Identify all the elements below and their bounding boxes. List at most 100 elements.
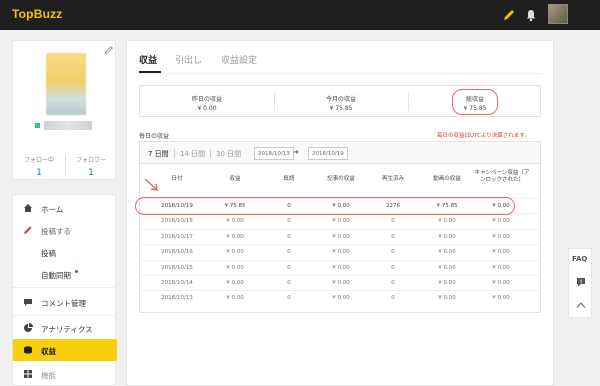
- summary-yesterday: 昨日の収益 ¥ 0.00: [140, 86, 274, 118]
- summary-value: ¥ 75.85: [329, 105, 353, 112]
- table-cell: 0: [287, 218, 291, 225]
- date-from-input[interactable]: 2018/10/13: [254, 147, 294, 160]
- period-30-days[interactable]: 30 日間: [216, 149, 241, 159]
- sidebar-item-post[interactable]: 投稿する: [13, 219, 117, 241]
- following-stat[interactable]: フォロー中 1: [13, 155, 65, 178]
- nav-divider: [13, 287, 117, 288]
- followers-count: 1: [88, 168, 94, 178]
- table-cell: ¥ 0.00: [332, 218, 350, 225]
- profile-card: フォロー中 1 フォロワー 1: [12, 40, 116, 180]
- app-logo[interactable]: TopBuzz: [12, 7, 63, 21]
- daily-revenue-title: 毎日の収益: [139, 133, 170, 140]
- tab-withdraw[interactable]: 引出し: [175, 53, 202, 66]
- sidebar-item-posts[interactable]: 投稿: [13, 241, 117, 263]
- feedback-icon[interactable]: [576, 277, 586, 287]
- column-header: 記事の収益: [327, 176, 355, 182]
- table-row: 2018/10/13 ¥ 0.00 0 ¥ 0.00 0 ¥ 0.00 ¥ 0.00: [140, 290, 540, 305]
- sidebar-item-revenue[interactable]: 収益: [13, 339, 117, 361]
- pencil-icon: [24, 226, 32, 234]
- comment-icon: [24, 299, 32, 306]
- table-cell: ¥ 0.00: [492, 218, 510, 225]
- table-cell: ¥ 0.00: [438, 280, 456, 286]
- bell-icon[interactable]: [524, 8, 538, 22]
- summary-total: 総収益 ¥ 75.85: [408, 86, 542, 118]
- utc-note: 毎日の収益はUTCより決算されます。: [437, 133, 530, 139]
- followers-stat[interactable]: フォロワー 1: [65, 155, 117, 178]
- table-cell: ¥ 0.00: [438, 264, 456, 271]
- table-cell: 2018/10/13: [161, 295, 193, 302]
- column-header: 動画の収益: [433, 176, 461, 182]
- sidebar-item-auto-sync[interactable]: 自動同期: [13, 263, 117, 285]
- table-cell: ¥ 0.00: [226, 280, 244, 286]
- summary-title: 昨日の収益: [191, 96, 222, 103]
- table-cell: ¥ 0.00: [226, 264, 244, 271]
- column-header: キャンペーン収益（アンロックされた）: [474, 170, 530, 183]
- table-row: 2018/10/17 ¥ 0.00 0 ¥ 0.00 0 ¥ 0.00 ¥ 0.00: [140, 228, 540, 244]
- period-divider: [210, 149, 211, 158]
- table-cell: ¥ 0.00: [492, 264, 510, 271]
- table-cell: ¥ 0.00: [492, 280, 510, 286]
- chevron-up-icon[interactable]: [576, 301, 586, 309]
- sidebar-item-analytics[interactable]: アナリティクス: [13, 317, 117, 339]
- sidebar-item-label: 収益: [41, 347, 56, 356]
- table-cell: ¥ 0.00: [226, 233, 244, 240]
- pie-chart-icon: [24, 323, 33, 332]
- table-cell: ¥ 0.00: [332, 264, 350, 271]
- tab-revenue-settings[interactable]: 収益設定: [221, 53, 257, 66]
- profile-name-blurred: [44, 121, 92, 130]
- notification-dot: [75, 270, 78, 273]
- annotation-arrow: [144, 178, 158, 191]
- table-cell: 0: [391, 295, 395, 302]
- summary-value: ¥ 0.00: [197, 105, 217, 112]
- date-to-input[interactable]: 2018/10/19: [308, 147, 348, 160]
- user-avatar[interactable]: [548, 4, 568, 24]
- sidebar-item-label: 投稿: [41, 249, 56, 258]
- period-7-days[interactable]: 7 日間: [148, 149, 169, 159]
- summary-this-month: 今月の収益 ¥ 75.85: [274, 86, 408, 118]
- tab-revenue[interactable]: 収益: [139, 53, 157, 66]
- table-header: 日付 収益 既読 記事の収益 再生済み 動画の収益 キャンペーン収益（アンロック…: [140, 170, 540, 192]
- table-cell: ¥ 0.00: [332, 295, 350, 302]
- table-cell: 0: [391, 218, 395, 225]
- table-cell: ¥ 0.00: [492, 295, 510, 302]
- main-panel: 収益 引出し 収益設定 昨日の収益 ¥ 0.00 今月の収益 ¥ 75.85 総…: [126, 40, 554, 386]
- table-cell: 2018/10/15: [161, 264, 193, 271]
- table-cell: ¥ 0.00: [226, 218, 244, 225]
- sidebar-item-label: 機能: [41, 371, 56, 380]
- column-header: 既読: [283, 176, 295, 182]
- table-cell: 0: [287, 264, 291, 271]
- table-row: 2018/10/15 ¥ 0.00 0 ¥ 0.00 0 ¥ 0.00 ¥ 0.00: [140, 259, 540, 275]
- pencil-icon[interactable]: [502, 8, 516, 22]
- sidebar-item-features[interactable]: 機能: [13, 363, 117, 385]
- table-cell: ¥ 0.00: [226, 295, 244, 302]
- floating-help-panel: FAQ: [568, 248, 592, 318]
- table-row: 2018/10/16 ¥ 0.00 0 ¥ 0.00 0 ¥ 0.00 ¥ 0.00: [140, 244, 540, 259]
- table-cell: ¥ 0.00: [438, 218, 456, 225]
- table-cell: ¥ 0.00: [332, 280, 350, 286]
- table-cell: 2018/10/17: [161, 233, 193, 240]
- sidebar-item-label: コメント管理: [41, 299, 86, 308]
- coins-icon: [24, 346, 32, 354]
- side-nav: ホーム 投稿する 投稿 自動同期 コメント管理 アナリティクス 収益 機能: [12, 194, 117, 386]
- summary-title: 今月の収益: [325, 96, 356, 103]
- table-cell: ¥ 0.00: [332, 233, 350, 240]
- edit-profile-icon[interactable]: [104, 45, 114, 55]
- table-cell: 2018/10/14: [161, 280, 193, 286]
- home-icon: [24, 204, 32, 212]
- table-row: 2018/10/18 ¥ 0.00 0 ¥ 0.00 0 ¥ 0.00 ¥ 0.00: [140, 213, 540, 228]
- period-divider: [174, 149, 175, 158]
- column-header: 再生済み: [381, 176, 404, 182]
- revenue-summary: 昨日の収益 ¥ 0.00 今月の収益 ¥ 75.85 総収益 ¥ 75.85: [139, 85, 541, 117]
- table-cell: 2018/10/16: [161, 249, 193, 256]
- faq-button[interactable]: FAQ: [572, 255, 587, 263]
- table-cell: ¥ 0.00: [438, 233, 456, 240]
- sidebar-item-comments[interactable]: コメント管理: [13, 291, 117, 313]
- status-dot: [35, 123, 40, 128]
- following-label: フォロー中: [23, 157, 54, 164]
- sidebar-item-label: 自動同期: [41, 271, 71, 280]
- period-14-days[interactable]: 14 日間: [180, 149, 205, 159]
- period-selector: 7 日間 14 日間 30 日間 2018/10/13 ➜ 2018/10/19: [140, 142, 540, 164]
- sidebar-item-label: 投稿する: [41, 227, 71, 236]
- sidebar-item-home[interactable]: ホーム: [13, 197, 117, 219]
- arrow-right-icon: ➜: [293, 148, 299, 156]
